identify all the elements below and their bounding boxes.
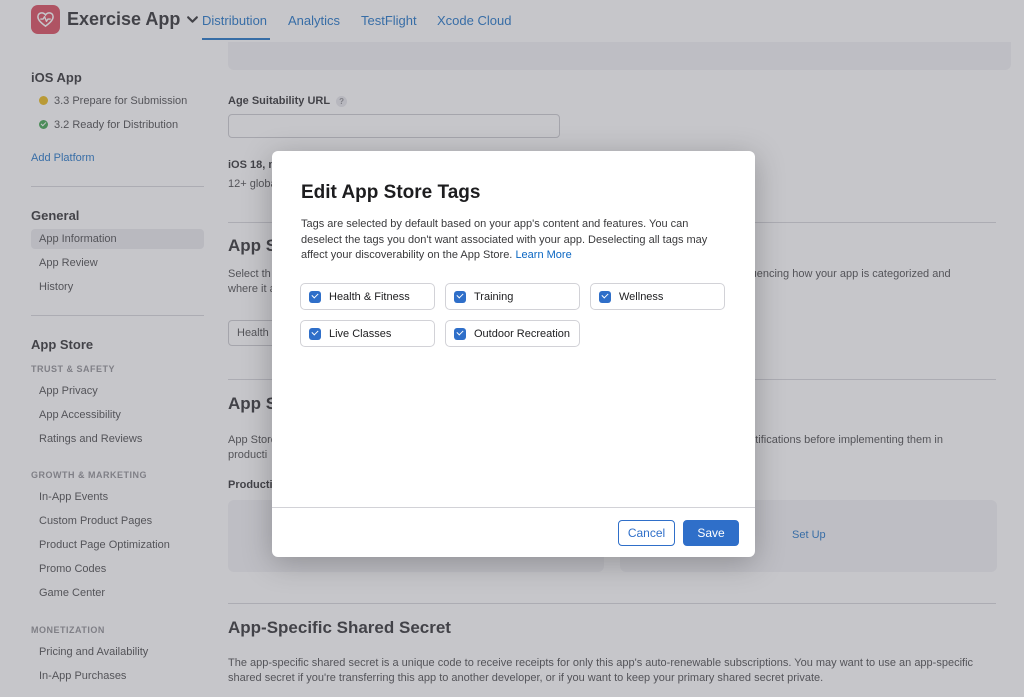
tag-label: Live Classes xyxy=(329,327,392,340)
checkbox-checked-icon[interactable] xyxy=(309,290,321,303)
tag-live-classes[interactable]: Live Classes xyxy=(300,320,435,347)
cancel-button[interactable]: Cancel xyxy=(618,520,675,546)
learn-more-link[interactable]: Learn More xyxy=(515,249,571,261)
dialog-description-text: Tags are selected by default based on yo… xyxy=(301,218,708,261)
checkbox-checked-icon[interactable] xyxy=(599,290,611,303)
tag-health-fitness[interactable]: Health & Fitness xyxy=(300,283,435,310)
edit-tags-dialog: Edit App Store Tags Tags are selected by… xyxy=(272,151,755,557)
save-button[interactable]: Save xyxy=(683,520,739,546)
tag-label: Training xyxy=(474,290,514,303)
tag-list: Health & Fitness Training Wellness Live … xyxy=(300,283,730,347)
dialog-footer-divider xyxy=(272,507,755,508)
tag-label: Outdoor Recreation xyxy=(474,327,570,340)
tag-wellness[interactable]: Wellness xyxy=(590,283,725,310)
checkbox-checked-icon[interactable] xyxy=(309,327,321,340)
dialog-title: Edit App Store Tags xyxy=(301,182,481,203)
tag-training[interactable]: Training xyxy=(445,283,580,310)
tag-label: Health & Fitness xyxy=(329,290,410,303)
checkbox-checked-icon[interactable] xyxy=(454,290,466,303)
dialog-description: Tags are selected by default based on yo… xyxy=(301,217,731,264)
tag-outdoor-recreation[interactable]: Outdoor Recreation xyxy=(445,320,580,347)
checkbox-checked-icon[interactable] xyxy=(454,327,466,340)
tag-label: Wellness xyxy=(619,290,664,303)
